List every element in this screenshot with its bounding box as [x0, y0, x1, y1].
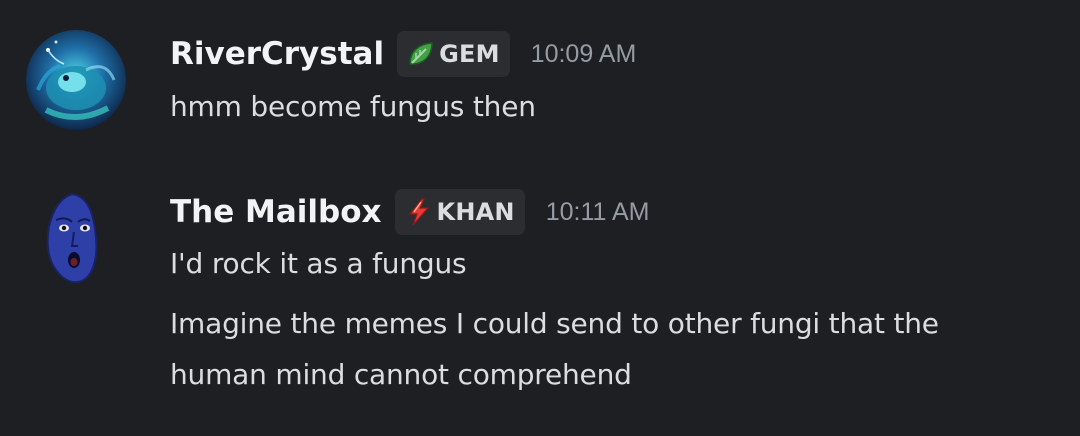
message-header: RiverCrystal GEM 10:09 AM	[170, 31, 636, 77]
server-tag[interactable]: KHAN	[394, 189, 525, 235]
leaf-icon	[406, 39, 436, 69]
message-text: I'd rock it as a fungus	[170, 247, 467, 280]
avatar[interactable]	[26, 186, 126, 286]
tag-label: KHAN	[436, 198, 515, 226]
anglerfish-avatar-icon	[26, 30, 126, 130]
message-header: The Mailbox KHAN 10:11 AM	[170, 189, 649, 235]
timestamp[interactable]: 10:09 AM	[531, 40, 637, 69]
timestamp[interactable]: 10:11 AM	[546, 198, 650, 227]
lightning-bolt-icon	[404, 197, 434, 227]
avatar[interactable]	[26, 30, 126, 130]
server-tag[interactable]: GEM	[397, 31, 510, 77]
tag-label: GEM	[439, 40, 500, 68]
message-text: human mind cannot comprehend	[170, 358, 632, 391]
message-text: hmm become fungus then	[170, 90, 536, 123]
message-text: Imagine the memes I could send to other …	[170, 307, 939, 340]
username[interactable]: RiverCrystal	[170, 36, 384, 72]
username[interactable]: The Mailbox	[170, 194, 382, 230]
blue-face-avatar-icon	[26, 186, 126, 286]
